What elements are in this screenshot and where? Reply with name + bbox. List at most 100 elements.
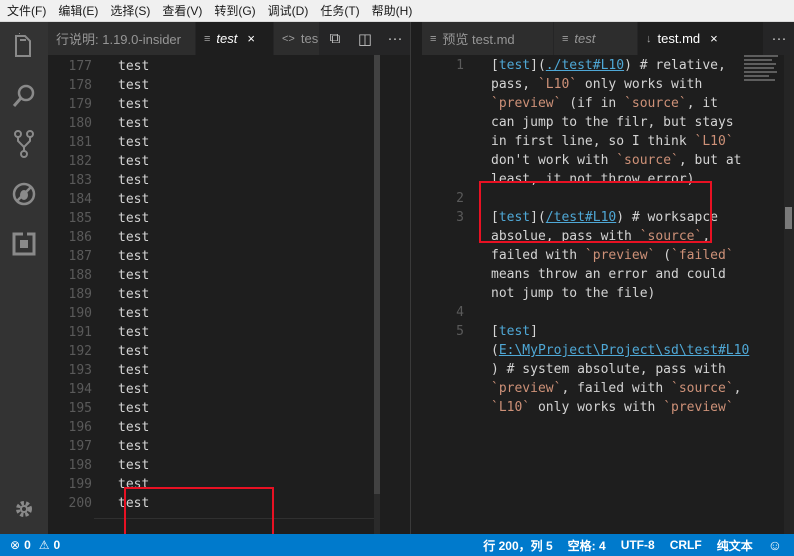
line-text: test (118, 230, 150, 245)
inline-code: `preview` (663, 400, 734, 415)
scrollbar-track[interactable] (784, 55, 794, 534)
code-line: 193 test (48, 361, 388, 380)
link-text: test (498, 324, 531, 339)
text-span: ] (530, 324, 538, 339)
markdown-line: don't work with `source`, but at (491, 151, 741, 170)
code-line: 184 test (48, 190, 388, 209)
line-text: test (118, 192, 150, 207)
markdown-line: `L10` only works with `preview` (491, 398, 734, 417)
markdown-line: failed with `preview` (`failed` (491, 246, 734, 265)
file-icon: ≡ (562, 32, 569, 45)
line-number: 184 (68, 192, 92, 207)
close-icon[interactable]: × (710, 31, 718, 46)
inline-code: `L10` (491, 400, 531, 415)
editor-tab[interactable]: ↓ test.md × (638, 22, 764, 55)
editor-tab[interactable]: ≡ test × (196, 22, 274, 55)
menu-item[interactable]: 帮助(H) (366, 0, 419, 22)
code-line: 190 test (48, 304, 388, 323)
split-editor-button[interactable]: ◫ (350, 22, 380, 55)
line-number: 189 (68, 287, 92, 302)
tab-bar-right: ≡ 预览 test.md ≡ test ↓ test.md × (422, 22, 794, 55)
editor-tab[interactable]: ≡ 预览 test.md (422, 22, 554, 55)
editor-group-left: 行说明: 1.19.0-insider ≡ test × <> tes ⧉ ◫ ··· 1… (48, 22, 410, 542)
tab-label: test (574, 31, 596, 46)
line-text: test (118, 344, 150, 359)
explorer-button[interactable] (0, 24, 48, 68)
preview-icon: ⧉ (329, 30, 341, 47)
editor-tab[interactable]: 行说明: 1.19.0-insider (48, 22, 196, 55)
warning-icon: ⚠ (38, 538, 50, 552)
line-number: 4 (456, 305, 464, 320)
indentation[interactable]: 空格: 4 (568, 537, 606, 554)
code-line: 191 test (48, 323, 388, 342)
inline-code: `L10` (537, 77, 578, 92)
encoding[interactable]: UTF-8 (621, 538, 655, 552)
editor-actions-right: ··· (764, 22, 794, 55)
cursor-position[interactable]: 行 200，列 5 (483, 537, 552, 554)
text-span: don't work with (491, 153, 617, 168)
more-actions-button[interactable]: ··· (380, 22, 410, 55)
error-count: 0 (24, 538, 31, 552)
scrollbar-thumb[interactable] (785, 207, 792, 229)
line-text: test (118, 211, 150, 226)
menu-item[interactable]: 选择(S) (104, 0, 156, 22)
end-of-line[interactable]: CRLF (670, 538, 702, 552)
language-mode[interactable]: 纯文本 (717, 537, 753, 554)
search-icon (12, 84, 35, 107)
markdown-line: `preview`, failed with `source`, (491, 379, 741, 398)
tab-label: tes (300, 31, 319, 46)
menu-item[interactable]: 调试(D) (262, 0, 315, 22)
sash[interactable] (410, 22, 422, 534)
line-number: 181 (68, 135, 92, 150)
line-number: 185 (68, 211, 92, 226)
markdown-line: means throw an error and could (491, 265, 726, 284)
line-number: 194 (68, 382, 92, 397)
code-line: 186 test (48, 228, 388, 247)
menu-item[interactable]: 编辑(E) (52, 0, 104, 22)
line-number: 198 (68, 458, 92, 473)
line-text: test (118, 268, 150, 283)
close-icon[interactable]: × (247, 31, 255, 46)
code-line: 196 test (48, 418, 388, 437)
smiley-icon[interactable]: ☺ (768, 537, 782, 553)
menu-item[interactable]: 文件(F) (0, 0, 52, 22)
text-span: can jump to the filr, but stays (491, 115, 734, 130)
line-text: test (118, 59, 150, 74)
source-control-button[interactable] (0, 122, 48, 166)
text-span: ( (655, 248, 672, 263)
ellipsis-icon: ··· (771, 30, 787, 47)
line-number: 180 (68, 116, 92, 131)
open-preview-button[interactable]: ⧉ (320, 22, 350, 55)
search-button[interactable] (0, 74, 48, 118)
link-url[interactable]: ./test#L10 (546, 58, 624, 73)
editor-tab[interactable]: <> tes (274, 22, 320, 55)
menu-item[interactable]: 转到(G) (208, 0, 261, 22)
menu-item[interactable]: 任务(T) (314, 0, 365, 22)
line-text: test (118, 325, 150, 340)
tab-label: test (216, 31, 238, 46)
editor-group-right: ≡ 预览 test.md ≡ test ↓ test.md × ··· 1 [test](./… (422, 22, 794, 534)
menu-item[interactable]: 查看(V) (156, 0, 208, 22)
line-number: 186 (68, 230, 92, 245)
debug-button[interactable] (0, 172, 48, 216)
line-number: 196 (68, 420, 92, 435)
extensions-button[interactable] (0, 222, 48, 266)
code-line: 177 test (48, 57, 388, 76)
inline-code: `source` (671, 381, 734, 396)
minimap[interactable] (744, 55, 780, 85)
editor-tab[interactable]: ≡ test (554, 22, 638, 55)
more-actions-button[interactable]: ··· (764, 22, 794, 55)
code-line: 194 test (48, 380, 388, 399)
settings-button[interactable] (0, 487, 48, 531)
extensions-icon (12, 232, 36, 256)
text-editor-left[interactable]: 177 test 178 test 179 test 180 test 181 test 182 te… (48, 55, 410, 534)
line-text: test (118, 420, 150, 435)
markdown-line: pass, `L10` only works with (491, 75, 702, 94)
problems-indicator[interactable]: ⊗ 0 ⚠ 0 (10, 534, 60, 556)
line-text: test (118, 135, 150, 150)
link-url[interactable]: E:\MyProject\Project\sd\test#L10 (499, 343, 749, 358)
ellipsis-icon: ··· (387, 30, 403, 47)
line-number: 197 (68, 439, 92, 454)
text-editor-right[interactable]: 1 [test](./test#L10) # relative, pass, `L1… (422, 55, 794, 534)
markdown-line: can jump to the filr, but stays (491, 113, 734, 132)
